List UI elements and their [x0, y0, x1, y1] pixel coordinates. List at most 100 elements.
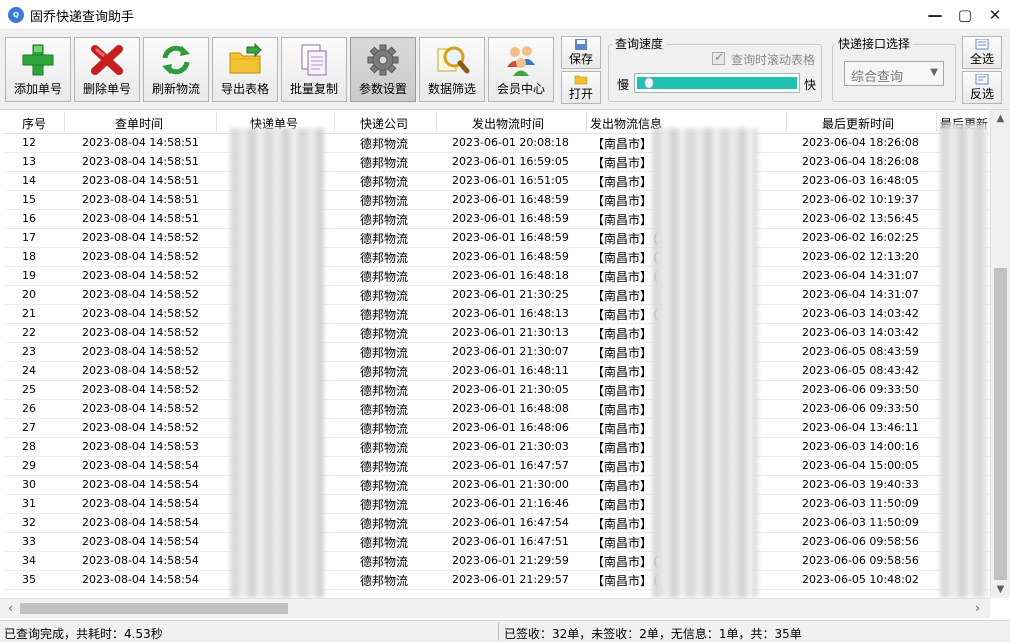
settings-button[interactable]: 参数设置 [350, 37, 416, 102]
cell-sent-time: 2023-06-01 21:16:46 [452, 497, 569, 510]
app-logo-icon: Q [8, 7, 24, 23]
table-row[interactable]: 22 2023-08-04 14:58:52 德邦物流 2023-06-01 21:3… [4, 324, 990, 343]
table-row[interactable]: 15 2023-08-04 14:58:51 德邦物流 2023-06-01 16:4… [4, 191, 990, 210]
save-button[interactable]: 保存 [561, 36, 601, 69]
cell-no: 28 [22, 440, 36, 453]
chevron-down-icon: ▼ [930, 67, 938, 78]
cell-query-time: 2023-08-04 14:58:54 [82, 554, 199, 567]
cell-sent-time: 2023-06-01 21:30:03 [452, 440, 569, 453]
table-row[interactable]: 33 2023-08-04 14:58:54 德邦物流 2023-06-01 16:4… [4, 533, 990, 552]
table-row[interactable]: 16 2023-08-04 14:58:51 德邦物流 2023-06-01 16:4… [4, 210, 990, 229]
table-row[interactable]: 25 2023-08-04 14:58:52 德邦物流 2023-06-01 21:3… [4, 381, 990, 400]
table-row[interactable]: 35 2023-08-04 14:58:54 德邦物流 2023-06-01 21:2… [4, 571, 990, 590]
column-divider [786, 112, 787, 132]
scroll-up-icon[interactable]: ▲ [991, 110, 1010, 127]
add-tracking-button[interactable]: 添加单号 [5, 37, 71, 102]
cell-update-time: 2023-06-04 15:00:05 [802, 459, 919, 472]
cell-no: 35 [22, 573, 36, 586]
add-tracking-label: 添加单号 [13, 82, 62, 96]
member-center-button[interactable]: 会员中心 [488, 37, 554, 102]
table-body: 12 2023-08-04 14:58:51 德邦物流 2023-06-01 20:0… [4, 134, 990, 598]
batch-copy-label: 批量复制 [289, 82, 338, 96]
table-row[interactable]: 26 2023-08-04 14:58:52 德邦物流 2023-06-01 16:4… [4, 400, 990, 419]
horizontal-scrollbar[interactable]: ‹ › [0, 598, 990, 618]
cell-query-time: 2023-08-04 14:58:52 [82, 364, 199, 377]
cell-query-time: 2023-08-04 14:58:52 [82, 231, 199, 244]
col-header-query-time[interactable]: 查单时间 [115, 115, 163, 132]
maximize-button[interactable]: ▢ [950, 0, 980, 30]
users-icon [507, 46, 535, 76]
col-header-sent-time[interactable]: 发出物流时间 [472, 115, 544, 132]
cell-sent-time: 2023-06-01 21:30:05 [452, 383, 569, 396]
vertical-scroll-thumb[interactable] [994, 268, 1007, 580]
cell-company: 德邦物流 [360, 194, 409, 208]
cell-sent-time: 2023-06-01 16:48:18 [452, 269, 569, 282]
cell-update-time: 2023-06-04 14:31:07 [802, 288, 919, 301]
table-row[interactable]: 17 2023-08-04 14:58:52 德邦物流 2023-06-01 16:4… [4, 229, 990, 248]
table-row[interactable]: 27 2023-08-04 14:58:52 德邦物流 2023-06-01 16:4… [4, 419, 990, 438]
cell-company: 德邦物流 [360, 346, 409, 360]
cell-update-time: 2023-06-03 11:50:09 [802, 497, 919, 510]
col-header-company[interactable]: 快递公司 [360, 115, 408, 132]
data-filter-button[interactable]: 数据筛选 [419, 37, 485, 102]
table-row[interactable]: 23 2023-08-04 14:58:52 德邦物流 2023-06-01 21:3… [4, 343, 990, 362]
table-row[interactable]: 21 2023-08-04 14:58:52 德邦物流 2023-06-01 16:4… [4, 305, 990, 324]
table-row[interactable]: 34 2023-08-04 14:58:54 德邦物流 2023-06-01 21:2… [4, 552, 990, 571]
cell-query-time: 2023-08-04 14:58:52 [82, 345, 199, 358]
horizontal-scroll-thumb[interactable] [20, 603, 288, 614]
export-table-button[interactable]: 导出表格 [212, 37, 278, 102]
api-select[interactable]: 综合查询 ▼ [844, 61, 944, 86]
status-bar: 已查询完成，共耗时：4.53秒 已签收：32单，未签收：2单，无信息：1单，共：… [0, 620, 1010, 642]
table-row[interactable]: 24 2023-08-04 14:58:52 德邦物流 2023-06-01 16:4… [4, 362, 990, 381]
table-row[interactable]: 31 2023-08-04 14:58:54 德邦物流 2023-06-01 21:1… [4, 495, 990, 514]
table-row[interactable]: 18 2023-08-04 14:58:52 德邦物流 2023-06-01 16:4… [4, 248, 990, 267]
cell-sent-time: 2023-06-01 16:51:05 [452, 174, 569, 187]
cell-sent-info: 【南昌市】 [592, 536, 653, 550]
table-row[interactable]: 20 2023-08-04 14:58:52 德邦物流 2023-06-01 21:3… [4, 286, 990, 305]
speed-slider-thumb[interactable] [644, 77, 654, 89]
cell-update-time: 2023-06-03 19:40:33 [802, 478, 919, 491]
table-row[interactable]: 29 2023-08-04 14:58:54 德邦物流 2023-06-01 16:4… [4, 457, 990, 476]
scroll-down-icon[interactable]: ▼ [991, 581, 1010, 598]
cell-sent-info: 【南昌市】（ [592, 555, 659, 569]
cell-query-time: 2023-08-04 14:58:52 [82, 269, 199, 282]
scroll-right-icon[interactable]: › [969, 599, 986, 618]
table-row[interactable]: 14 2023-08-04 14:58:51 德邦物流 2023-06-01 16:5… [4, 172, 990, 191]
cell-query-time: 2023-08-04 14:58:52 [82, 402, 199, 415]
cell-update-time: 2023-06-05 08:43:42 [802, 364, 919, 377]
cell-sent-time: 2023-06-01 16:48:11 [452, 364, 569, 377]
minimize-button[interactable]: — [920, 0, 950, 30]
checkbox-box[interactable] [712, 50, 725, 65]
open-button[interactable]: 打开 [561, 71, 601, 104]
cell-no: 18 [22, 250, 36, 263]
table-row[interactable]: 13 2023-08-04 14:58:51 德邦物流 2023-06-01 16:5… [4, 153, 990, 172]
delete-tracking-button[interactable]: 删除单号 [74, 37, 140, 102]
cell-sent-info: 【南昌市】 [592, 460, 653, 474]
col-header-no[interactable]: 序号 [22, 115, 46, 132]
cell-update-time: 2023-06-03 14:03:42 [802, 307, 919, 320]
cell-update-time: 2023-06-06 09:58:56 [802, 535, 919, 548]
query-status-text: 已查询完成，共耗时：4.53秒 [4, 627, 163, 641]
close-button[interactable]: ✕ [980, 0, 1010, 30]
table-row[interactable]: 28 2023-08-04 14:58:53 德邦物流 2023-06-01 21:3… [4, 438, 990, 457]
speed-fast-label: 快 [804, 78, 817, 92]
cell-sent-time: 2023-06-01 21:30:25 [452, 288, 569, 301]
invert-selection-button[interactable]: 反选 [962, 71, 1002, 104]
vertical-scrollbar[interactable]: ▲ ▼ [990, 110, 1010, 598]
batch-copy-button[interactable]: 批量复制 [281, 37, 347, 102]
table-row[interactable]: 32 2023-08-04 14:58:54 德邦物流 2023-06-01 16:4… [4, 514, 990, 533]
col-header-update-time[interactable]: 最后更新时间 [822, 115, 894, 132]
cell-update-time: 2023-06-06 09:33:50 [802, 402, 919, 415]
table-row[interactable]: 19 2023-08-04 14:58:52 德邦物流 2023-06-01 16:4… [4, 267, 990, 286]
refresh-logistics-button[interactable]: 刷新物流 [143, 37, 209, 102]
cell-company: 德邦物流 [360, 422, 409, 436]
cell-sent-info: 【南昌市】 [592, 213, 653, 227]
table-row[interactable]: 12 2023-08-04 14:58:51 德邦物流 2023-06-01 20:0… [4, 134, 990, 153]
select-all-button[interactable]: 全选 [962, 36, 1002, 69]
redacted-last-update [940, 124, 988, 598]
speed-slider[interactable] [634, 73, 800, 93]
cell-sent-info: 【南昌市】 [592, 441, 653, 455]
select-all-label: 全选 [969, 52, 994, 66]
table-row[interactable]: 30 2023-08-04 14:58:54 德邦物流 2023-06-01 21:3… [4, 476, 990, 495]
scroll-left-icon[interactable]: ‹ [2, 599, 19, 618]
